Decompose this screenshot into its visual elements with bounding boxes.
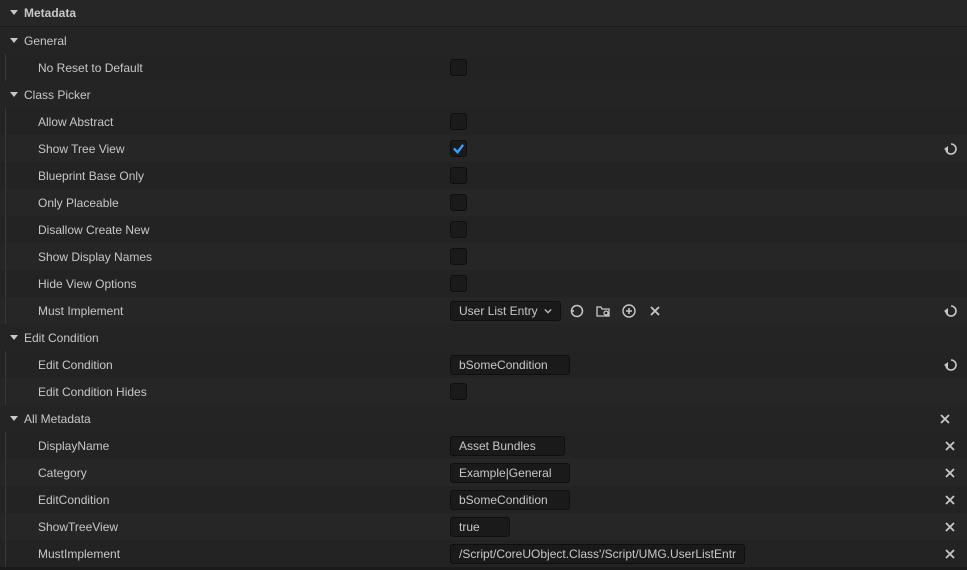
showtreeview-meta-input[interactable] (450, 517, 510, 537)
row-displayname: DisplayName (0, 432, 967, 459)
expand-icon[interactable] (8, 35, 20, 47)
edit-condition-input[interactable] (450, 355, 570, 375)
group-general: General (0, 27, 967, 54)
property-label: DisplayName (38, 439, 109, 453)
property-label: Blueprint Base Only (38, 169, 144, 183)
row-mustimplement-meta: MustImplement (0, 540, 967, 567)
remove-icon[interactable] (940, 517, 960, 537)
row-only-placeable: Only Placeable (0, 189, 967, 216)
blueprint-base-only-checkbox[interactable] (450, 167, 467, 184)
reset-to-default-icon[interactable] (940, 301, 960, 321)
property-label: No Reset to Default (38, 61, 143, 75)
dropdown-value: User List Entry (459, 304, 538, 318)
no-reset-checkbox[interactable] (450, 59, 467, 76)
browse-icon[interactable] (593, 301, 613, 321)
row-blueprint-base-only: Blueprint Base Only (0, 162, 967, 189)
group-title: All Metadata (24, 412, 91, 426)
mustimplement-meta-input[interactable] (450, 544, 745, 564)
edit-condition-hides-checkbox[interactable] (450, 383, 467, 400)
only-placeable-checkbox[interactable] (450, 194, 467, 211)
property-label: Disallow Create New (38, 223, 149, 237)
panel-title: Metadata (24, 6, 76, 20)
expand-icon[interactable] (8, 332, 20, 344)
property-label: Edit Condition Hides (38, 385, 147, 399)
row-must-implement: Must Implement User List Entry (0, 297, 967, 324)
property-label: ShowTreeView (38, 520, 118, 534)
property-label: Allow Abstract (38, 115, 113, 129)
reset-to-default-icon[interactable] (940, 139, 960, 159)
reset-to-default-icon[interactable] (940, 355, 960, 375)
property-label: MustImplement (38, 547, 120, 561)
property-label: Hide View Options (38, 277, 137, 291)
add-new-icon[interactable] (619, 301, 639, 321)
row-disallow-create-new: Disallow Create New (0, 216, 967, 243)
group-class-picker: Class Picker (0, 81, 967, 108)
property-label: Only Placeable (38, 196, 119, 210)
expand-icon[interactable] (8, 413, 20, 425)
group-title: General (24, 34, 67, 48)
row-edit-condition: Edit Condition (0, 351, 967, 378)
clear-icon[interactable] (645, 301, 665, 321)
show-tree-view-checkbox[interactable] (450, 140, 467, 157)
remove-icon[interactable] (935, 409, 955, 429)
remove-icon[interactable] (940, 490, 960, 510)
row-show-display-names: Show Display Names (0, 243, 967, 270)
row-no-reset-to-default: No Reset to Default (0, 54, 967, 81)
remove-icon[interactable] (940, 463, 960, 483)
group-title: Edit Condition (24, 331, 99, 345)
expand-icon[interactable] (8, 7, 20, 19)
row-editcondition-meta: EditCondition (0, 486, 967, 513)
allow-abstract-checkbox[interactable] (450, 113, 467, 130)
displayname-input[interactable] (450, 436, 565, 456)
disallow-create-new-checkbox[interactable] (450, 221, 467, 238)
group-title: Class Picker (24, 88, 91, 102)
category-input[interactable] (450, 463, 570, 483)
row-showtreeview-meta: ShowTreeView (0, 513, 967, 540)
editcondition-meta-input[interactable] (450, 490, 570, 510)
row-show-tree-view: Show Tree View (0, 135, 967, 162)
show-display-names-checkbox[interactable] (450, 248, 467, 265)
remove-icon[interactable] (940, 436, 960, 456)
group-all-metadata: All Metadata (0, 405, 967, 432)
row-allow-abstract: Allow Abstract (0, 108, 967, 135)
expand-icon[interactable] (8, 89, 20, 101)
property-label: Category (38, 466, 87, 480)
property-label: Edit Condition (38, 358, 113, 372)
remove-icon[interactable] (940, 544, 960, 564)
property-label: Show Tree View (38, 142, 125, 156)
must-implement-dropdown[interactable]: User List Entry (450, 301, 561, 321)
hide-view-options-checkbox[interactable] (450, 275, 467, 292)
use-selected-icon[interactable] (567, 301, 587, 321)
property-label: Show Display Names (38, 250, 152, 264)
property-label: Must Implement (38, 304, 123, 318)
row-edit-condition-hides: Edit Condition Hides (0, 378, 967, 405)
row-category: Category (0, 459, 967, 486)
row-hide-view-options: Hide View Options (0, 270, 967, 297)
group-edit-condition: Edit Condition (0, 324, 967, 351)
property-label: EditCondition (38, 493, 109, 507)
panel-header: Metadata (0, 0, 967, 27)
